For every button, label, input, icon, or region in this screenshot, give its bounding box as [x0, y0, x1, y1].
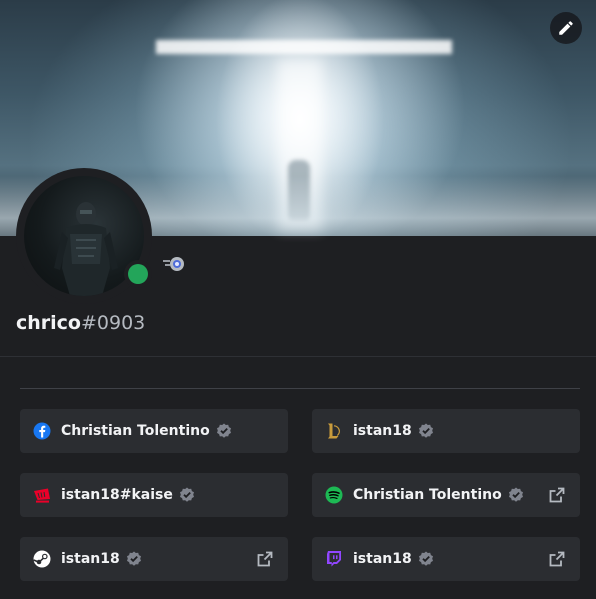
verified-check-icon [216, 423, 231, 438]
header-divider [0, 356, 596, 357]
connection-name: istan18#kaise [61, 487, 173, 503]
connection-name: istan18 [353, 551, 412, 567]
league-of-legends-icon [325, 422, 343, 440]
verified-check-icon [418, 423, 433, 438]
facebook-icon [33, 422, 51, 440]
external-link-icon[interactable] [548, 486, 566, 504]
connection-steam[interactable]: istan18 [20, 537, 288, 581]
nitro-boost-badge-icon[interactable] [162, 253, 186, 275]
verified-check-icon [126, 551, 141, 566]
connection-facebook[interactable]: Christian Tolentino [20, 409, 288, 453]
external-link-icon[interactable] [548, 550, 566, 568]
profile-username[interactable]: chrico#0903 [16, 312, 145, 334]
connection-name: Christian Tolentino [61, 423, 210, 439]
verified-check-icon [508, 487, 523, 502]
edit-profile-button[interactable] [550, 12, 582, 44]
connection-name: istan18 [61, 551, 120, 567]
connection-twitch[interactable]: istan18 [312, 537, 580, 581]
connection-name: istan18 [353, 423, 412, 439]
connection-name: Christian Tolentino [353, 487, 502, 503]
spotify-icon [325, 486, 343, 504]
online-status-indicator [124, 260, 152, 288]
connection-riot-games[interactable]: istan18#kaise [20, 473, 288, 517]
steam-icon [33, 550, 51, 568]
connection-spotify[interactable]: Christian Tolentino [312, 473, 580, 517]
banner-light-bar [156, 40, 452, 54]
connection-league-of-legends[interactable]: istan18 [312, 409, 580, 453]
avatar-frame[interactable] [16, 168, 152, 304]
pencil-icon [559, 21, 573, 35]
verified-check-icon [179, 487, 194, 502]
external-link-icon[interactable] [256, 550, 274, 568]
twitch-icon [325, 550, 343, 568]
riot-games-icon [33, 486, 51, 504]
discriminator-text: #0903 [81, 312, 146, 334]
verified-check-icon [418, 551, 433, 566]
user-profile-card: chrico#0903 Christian Tolentino istan18 [0, 0, 596, 599]
section-divider [20, 388, 580, 389]
username-text: chrico [16, 312, 81, 334]
